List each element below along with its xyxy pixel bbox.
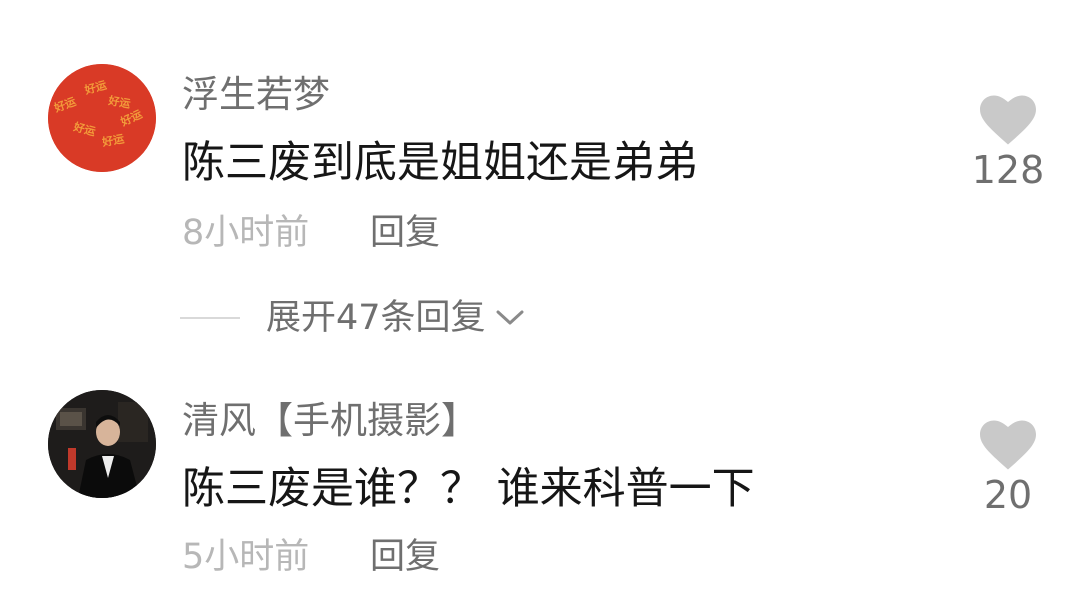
avatar[interactable]: 好运 好运 好运 好运 好运 好运 [48,64,156,172]
comment-item: 好运 好运 好运 好运 好运 好运 浮生若梦 陈三废到底是姐姐还是弟弟 8小时前… [0,0,1080,360]
reply-button[interactable]: 回复 [370,216,440,251]
like-count: 20 [983,473,1033,517]
like-button[interactable]: 20 [968,420,1048,514]
lucky-pattern-icon: 好运 好运 好运 好运 好运 好运 [48,64,156,172]
like-count: 128 [971,148,1045,192]
person-photo-icon [48,390,156,498]
like-button[interactable]: 128 [968,95,1048,189]
username[interactable]: 清风【手机摄影】 [182,402,478,439]
username[interactable]: 浮生若梦 [182,76,330,113]
reply-button[interactable]: 回复 [370,540,440,575]
expand-replies-label: 展开47条回复 [266,297,486,338]
heart-icon [980,95,1036,145]
chevron-down-icon [496,310,524,325]
timestamp: 8小时前 [182,213,310,253]
avatar[interactable] [48,390,156,498]
comment-item: 清风【手机摄影】 陈三废是谁？？ 谁来科普一下 5小时前 回复 20 [0,360,1080,612]
heart-icon [980,420,1036,470]
divider [180,317,240,319]
timestamp: 5小时前 [182,537,310,577]
comment-text[interactable]: 陈三废是谁？？ 谁来科普一下 [182,468,755,511]
comment-text[interactable]: 陈三废到底是姐姐还是弟弟 [182,142,698,185]
expand-replies-button[interactable]: 展开47条回复 [180,298,526,338]
